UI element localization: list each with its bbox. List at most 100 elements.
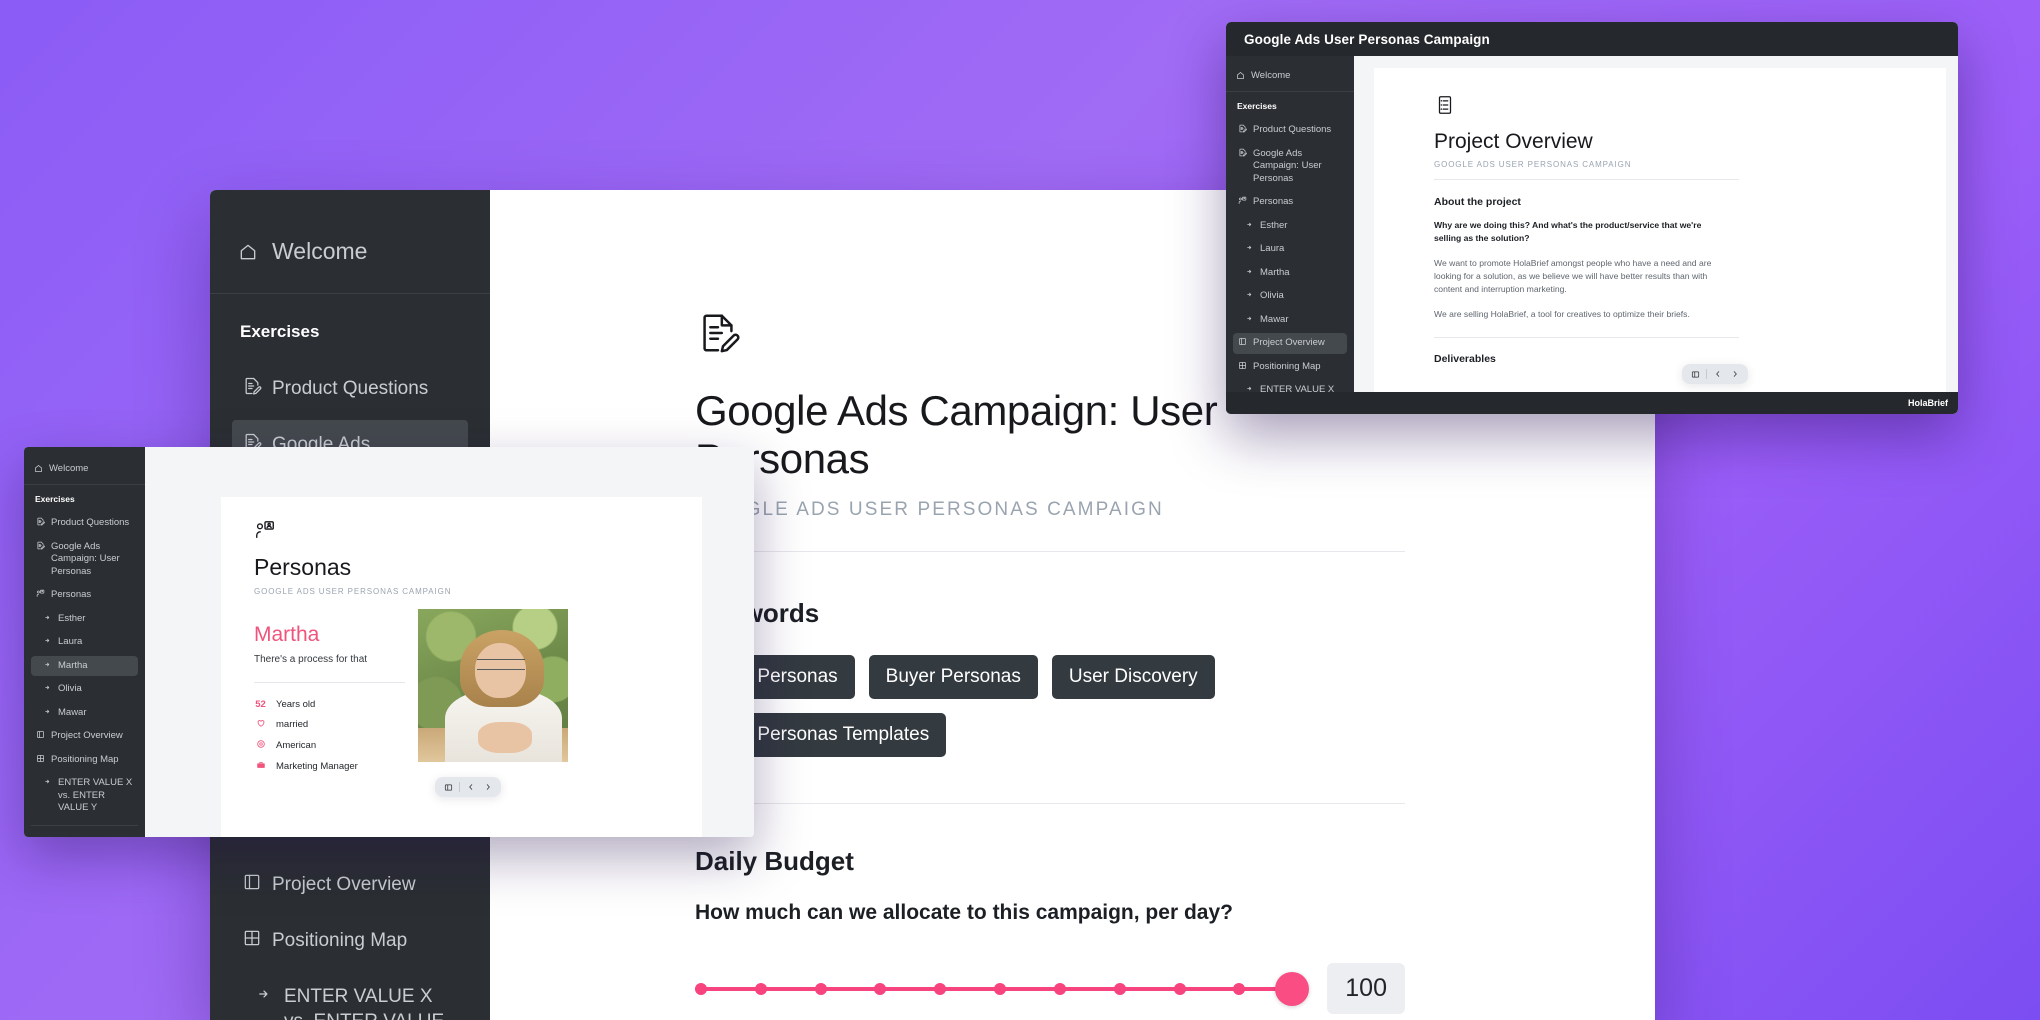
section-divider [1434, 179, 1739, 180]
window-titlebar: Google Ads User Personas Campaign [1226, 22, 1958, 56]
keywords-chip-list: User Personas Buyer Personas User Discover… [695, 655, 1320, 757]
layout-toggle-button[interactable] [440, 777, 457, 797]
sidebar-item-olivia[interactable]: Olivia [1233, 286, 1347, 307]
personas-document-surface: Personas GOOGLE ADS USER PERSONAS CAMPAI… [145, 447, 754, 837]
bullet-icon [1245, 267, 1254, 276]
keyword-chip[interactable]: Buyer Personas [868, 655, 1038, 699]
location-icon [254, 739, 267, 752]
sidebar-item-welcome[interactable]: Welcome [1236, 70, 1344, 81]
window-body: Welcome Exercises Product Questions Googl… [1226, 56, 1958, 414]
sidebar-item-enter-value-x-vs-enter-value-y[interactable]: ENTER VALUE X vs. ENTER VALUE Y [232, 972, 468, 1020]
persona-divider [254, 682, 405, 683]
daily-budget-value[interactable]: 100 [1327, 963, 1405, 1014]
sidebar-item-martha[interactable]: Martha [1233, 263, 1347, 284]
photo-glasses [476, 659, 525, 671]
about-question: Why are we doing this? And what's the pr… [1434, 220, 1702, 243]
window-footer-bar: HolaBrief [1226, 392, 1958, 414]
next-page-button[interactable] [479, 777, 496, 797]
sidebar-item-laura[interactable]: Laura [31, 632, 138, 653]
keyword-chip[interactable]: User Discovery [1051, 655, 1215, 699]
sidebar-item-label: Google Ads Campaign: User Personas [1253, 147, 1322, 184]
sidebar-item-esther[interactable]: Esther [31, 609, 138, 630]
slider-tick[interactable] [695, 982, 707, 995]
sidebar-item-positioning-map[interactable]: Positioning Map [232, 916, 468, 966]
sidebar-item-product-questions[interactable]: Product Questions [31, 513, 138, 534]
sidebar-item-label: Personas [1253, 196, 1294, 208]
sidebar-item-label: Olivia [58, 683, 82, 695]
home-icon [34, 464, 43, 473]
bullet-icon [43, 707, 52, 716]
sidebar-welcome-section: Welcome [1226, 56, 1354, 92]
sidebar-item-label: Project Overview [272, 874, 416, 896]
sidebar-item-personas[interactable]: Personas [1233, 192, 1347, 213]
persona-attribute-label: American [276, 740, 317, 751]
keywords-heading: Keywords [695, 598, 820, 628]
sidebar-item-mawar[interactable]: Mawar [31, 703, 138, 724]
sidebar-item-product-questions[interactable]: Product Questions [1233, 120, 1347, 141]
slider-tick[interactable] [1113, 982, 1126, 995]
sidebar-item-positioning-map[interactable]: Positioning Map [1233, 357, 1347, 378]
slider-tick[interactable] [874, 982, 887, 995]
sidebar-item-thank-you[interactable]: Thank you [31, 834, 138, 837]
sidebar-item-label: ENTER VALUE X vs. ENTER VALUE Y [58, 777, 133, 814]
sidebar-item-olivia[interactable]: Olivia [31, 679, 138, 700]
woman-writing-photo [418, 609, 568, 762]
sidebar-item-welcome[interactable]: Welcome [34, 463, 135, 474]
project-overview-window: Google Ads User Personas Campaign Welcom… [1226, 22, 1958, 414]
sidebar-item-label: Esther [58, 612, 86, 624]
personas-page: Personas GOOGLE ADS USER PERSONAS CAMPAI… [221, 497, 702, 837]
slider-thumb[interactable] [1275, 971, 1310, 1006]
document-edit-icon [242, 376, 262, 396]
daily-budget-slider-row: 100 [695, 963, 1405, 1014]
persona-photo [418, 609, 568, 762]
sidebar-item-project-overview[interactable]: Project Overview [232, 860, 468, 910]
sidebar-item-esther[interactable]: Esther [1233, 216, 1347, 237]
sidebar-item-label: Mawar [1260, 313, 1289, 325]
layout-toggle-button[interactable] [1687, 364, 1704, 384]
sidebar-item-positioning-map[interactable]: Positioning Map [31, 750, 138, 771]
keywords-section: Keywords User Personas Buyer Personas User… [695, 598, 1320, 757]
page-title: Project Overview [1434, 130, 1593, 153]
bullet-icon [254, 984, 274, 1004]
grid-icon [1238, 361, 1247, 370]
slider-tick[interactable] [1173, 982, 1186, 995]
document-edit-icon [1238, 148, 1247, 157]
persona-attribute-label: Marketing Manager [276, 761, 358, 772]
grid-icon [36, 754, 45, 763]
project-overview-page: Project Overview GOOGLE ADS USER PERSONA… [1374, 68, 1946, 414]
sidebar-item-welcome[interactable]: Welcome [238, 238, 462, 265]
about-paragraph-1: We want to promote HolaBrief amongst peo… [1434, 257, 1712, 295]
slider-tick[interactable] [814, 982, 827, 995]
slider-tick[interactable] [1233, 982, 1246, 995]
section-divider [695, 803, 1405, 804]
sidebar-item-project-overview[interactable]: Project Overview [1233, 333, 1347, 354]
book-icon [36, 730, 45, 739]
section-divider [695, 551, 1405, 552]
slider-tick[interactable] [994, 982, 1007, 995]
next-page-button[interactable] [1726, 364, 1743, 384]
sidebar-item-label: Personas [51, 589, 92, 601]
pager-divider [459, 782, 460, 792]
sidebar-item-google-ads-campaign-user-personas[interactable]: Google Ads Campaign: User Personas [1233, 144, 1347, 190]
daily-budget-slider[interactable] [695, 971, 1310, 1006]
sidebar-item-project-overview[interactable]: Project Overview [31, 726, 138, 747]
sidebar-item-laura[interactable]: Laura [1233, 239, 1347, 260]
slider-tick[interactable] [754, 982, 767, 995]
sidebar-item-google-ads-campaign-user-personas[interactable]: Google Ads Campaign: User Personas [31, 537, 138, 583]
prev-page-button[interactable] [462, 777, 479, 797]
sidebar-item-martha[interactable]: Martha [31, 655, 138, 677]
slider-tick[interactable] [934, 982, 947, 995]
page-eyebrow: GOOGLE ADS USER PERSONAS CAMPAIGN [695, 499, 1164, 520]
sidebar-welcome-label: Welcome [1251, 70, 1291, 81]
sidebar-item-mawar[interactable]: Mawar [1233, 310, 1347, 331]
project-overview-content: Project Overview GOOGLE ADS USER PERSONA… [1374, 68, 1739, 365]
slider-ticks [695, 982, 1306, 995]
document-edit-icon [1238, 124, 1247, 133]
slider-tick[interactable] [1053, 982, 1066, 995]
sidebar-welcome-section: Welcome [24, 447, 145, 485]
prev-page-button[interactable] [1709, 364, 1726, 384]
sidebar-item-product-questions[interactable]: Product Questions [232, 364, 468, 414]
sidebar-item-personas[interactable]: Personas [31, 585, 138, 606]
sidebar-item-label: Project Overview [51, 730, 123, 742]
sidebar-item-enter-value-x-vs-enter-value-y[interactable]: ENTER VALUE X vs. ENTER VALUE Y [31, 773, 138, 819]
